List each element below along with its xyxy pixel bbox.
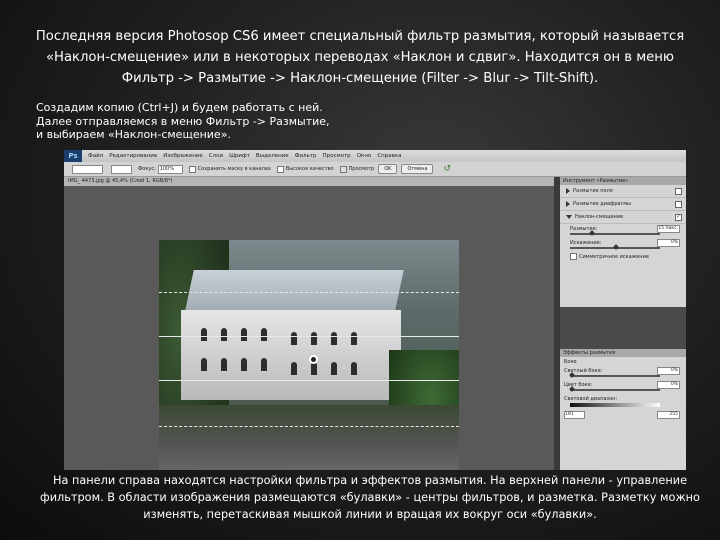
right-panel: Инструмент «Размытие» Размытие поля Разм… (554, 177, 686, 470)
blur-param-input[interactable]: 15 пикс. (657, 225, 680, 233)
distortion-input[interactable]: 0% (657, 239, 680, 247)
bottom-description: На панели справа находятся настройки фил… (40, 474, 700, 521)
blur-tools-panel: Инструмент «Размытие» Размытие поля Разм… (560, 177, 686, 307)
color-bokeh-input[interactable]: 0% (657, 381, 680, 389)
blur-effects-header: Эффекты размытия (560, 349, 686, 357)
focus-label: Фокус: (138, 166, 156, 172)
color-bokeh-slider[interactable] (569, 386, 660, 392)
preview-label: Просмотр (348, 166, 375, 172)
intro-text: Создадим копию (Ctrl+J) и будем работать… (36, 101, 356, 142)
iris-blur-label: Размытие диафрагмы (573, 201, 631, 207)
expand-arrow-icon[interactable] (566, 201, 570, 207)
color-bokeh-param: Цвет боке: 0% (560, 380, 686, 389)
intro-line: и выбираем «Наклон-смещение». (36, 128, 231, 141)
light-bokeh-slider[interactable] (569, 372, 660, 378)
light-range-param: Световой диапазон: (560, 394, 686, 403)
distortion-param: Искажение: 0% (560, 238, 686, 247)
blur-mode-select[interactable] (109, 164, 132, 174)
light-range-values: 191 255 (560, 410, 686, 419)
collapse-arrow-icon[interactable] (566, 215, 572, 219)
ok-button[interactable]: OK (378, 164, 398, 174)
tilt-shift-outer-top-line[interactable] (159, 292, 459, 293)
color-bokeh-label: Цвет боке: (564, 381, 593, 388)
distortion-label: Искажение: (570, 239, 602, 246)
symmetric-label: Симметричное искажение (579, 253, 649, 260)
menu-type[interactable]: Шрифт (229, 153, 250, 159)
tilt-shift-label: Наклон-смещение (575, 214, 624, 220)
photo[interactable] (159, 240, 459, 470)
tilt-shift-row[interactable]: Наклон-смещение ✓ (560, 211, 686, 224)
tilt-shift-checkbox[interactable]: ✓ (675, 214, 682, 221)
bokeh-label-row: Боке (560, 357, 686, 366)
field-blur-checkbox[interactable] (675, 188, 682, 195)
road (159, 405, 459, 470)
expand-arrow-icon[interactable] (566, 188, 570, 194)
menu-file[interactable]: Файл (88, 153, 103, 159)
iris-blur-checkbox[interactable] (675, 201, 682, 208)
menu-edit[interactable]: Редактирование (109, 153, 157, 159)
preview-checkbox[interactable]: Просмотр (339, 165, 375, 173)
menu-view[interactable]: Просмотр (322, 153, 350, 159)
menu-image[interactable]: Изображение (163, 153, 203, 159)
menu-filter[interactable]: Фильтр (295, 153, 317, 159)
iris-blur-row[interactable]: Размытие диафрагмы (560, 198, 686, 211)
photoshop-screenshot: Ps Файл Редактирование Изображение Слои … (64, 150, 686, 470)
focus-input[interactable]: 100% (157, 164, 183, 174)
save-mask-label: Сохранить маску в каналах (197, 166, 271, 172)
high-quality-checkbox[interactable]: Высокое качество (276, 165, 334, 173)
tilt-shift-outer-bottom-line[interactable] (159, 426, 459, 427)
symmetric-checkbox-box[interactable] (570, 253, 577, 260)
range-high-input[interactable]: 255 (657, 411, 680, 419)
light-range-slider[interactable] (570, 403, 660, 407)
canvas-area[interactable] (64, 186, 554, 470)
blur-tools-header: Инструмент «Размытие» (560, 177, 686, 185)
field-blur-label: Размытие поля (573, 188, 613, 194)
menu-help[interactable]: Справка (377, 153, 401, 159)
light-range-label: Световой диапазон: (564, 395, 618, 402)
range-low-input[interactable]: 191 (564, 410, 585, 419)
photoshop-logo: Ps (64, 150, 82, 162)
tilt-shift-inner-top-line[interactable] (159, 336, 459, 337)
intro-line: Создадим копию (Ctrl+J) и будем работать… (36, 101, 323, 114)
intro-line: Далее отправляемся в меню Фильтр -> Разм… (36, 114, 330, 128)
menu-select[interactable]: Выделение (256, 153, 289, 159)
menu-window[interactable]: Окно (357, 153, 372, 159)
symmetric-distortion-checkbox[interactable]: Симметричное искажение (560, 252, 686, 261)
blur-slider[interactable] (570, 230, 660, 236)
tilt-shift-inner-bottom-line[interactable] (159, 380, 459, 381)
blur-effects-panel: Эффекты размытия Боке Светлый боке: 0% Ц… (560, 349, 686, 470)
focus-control: Фокус: 100% (138, 164, 183, 174)
save-mask-checkbox[interactable]: Сохранить маску в каналах (188, 165, 271, 173)
light-bokeh-input[interactable]: 0% (657, 367, 680, 375)
building (181, 310, 401, 400)
tool-preset-picker[interactable] (70, 164, 103, 174)
blur-param: Размытие: 15 пикс. (560, 224, 686, 233)
light-bokeh-param: Светлый боке: 0% (560, 366, 686, 375)
menu-bar: Ps Файл Редактирование Изображение Слои … (64, 150, 686, 162)
menu-layers[interactable]: Слои (209, 153, 223, 159)
blur-pin-icon[interactable] (309, 355, 318, 364)
distortion-slider[interactable] (570, 244, 660, 250)
reset-icon[interactable]: ↺ (443, 164, 451, 174)
high-quality-label: Высокое качество (285, 166, 334, 172)
options-bar: Фокус: 100% Сохранить маску в каналах Вы… (64, 162, 686, 177)
cancel-button[interactable]: Отмена (401, 164, 434, 174)
document-tab[interactable]: IMG_ 4473.jpg @ 45,4% (Слой 1, RGB/8*) (64, 177, 554, 186)
bokeh-label: Боке (564, 358, 577, 365)
field-blur-row[interactable]: Размытие поля (560, 185, 686, 198)
slide-title: Последняя версия Photosop CS6 имеет спец… (35, 29, 685, 86)
